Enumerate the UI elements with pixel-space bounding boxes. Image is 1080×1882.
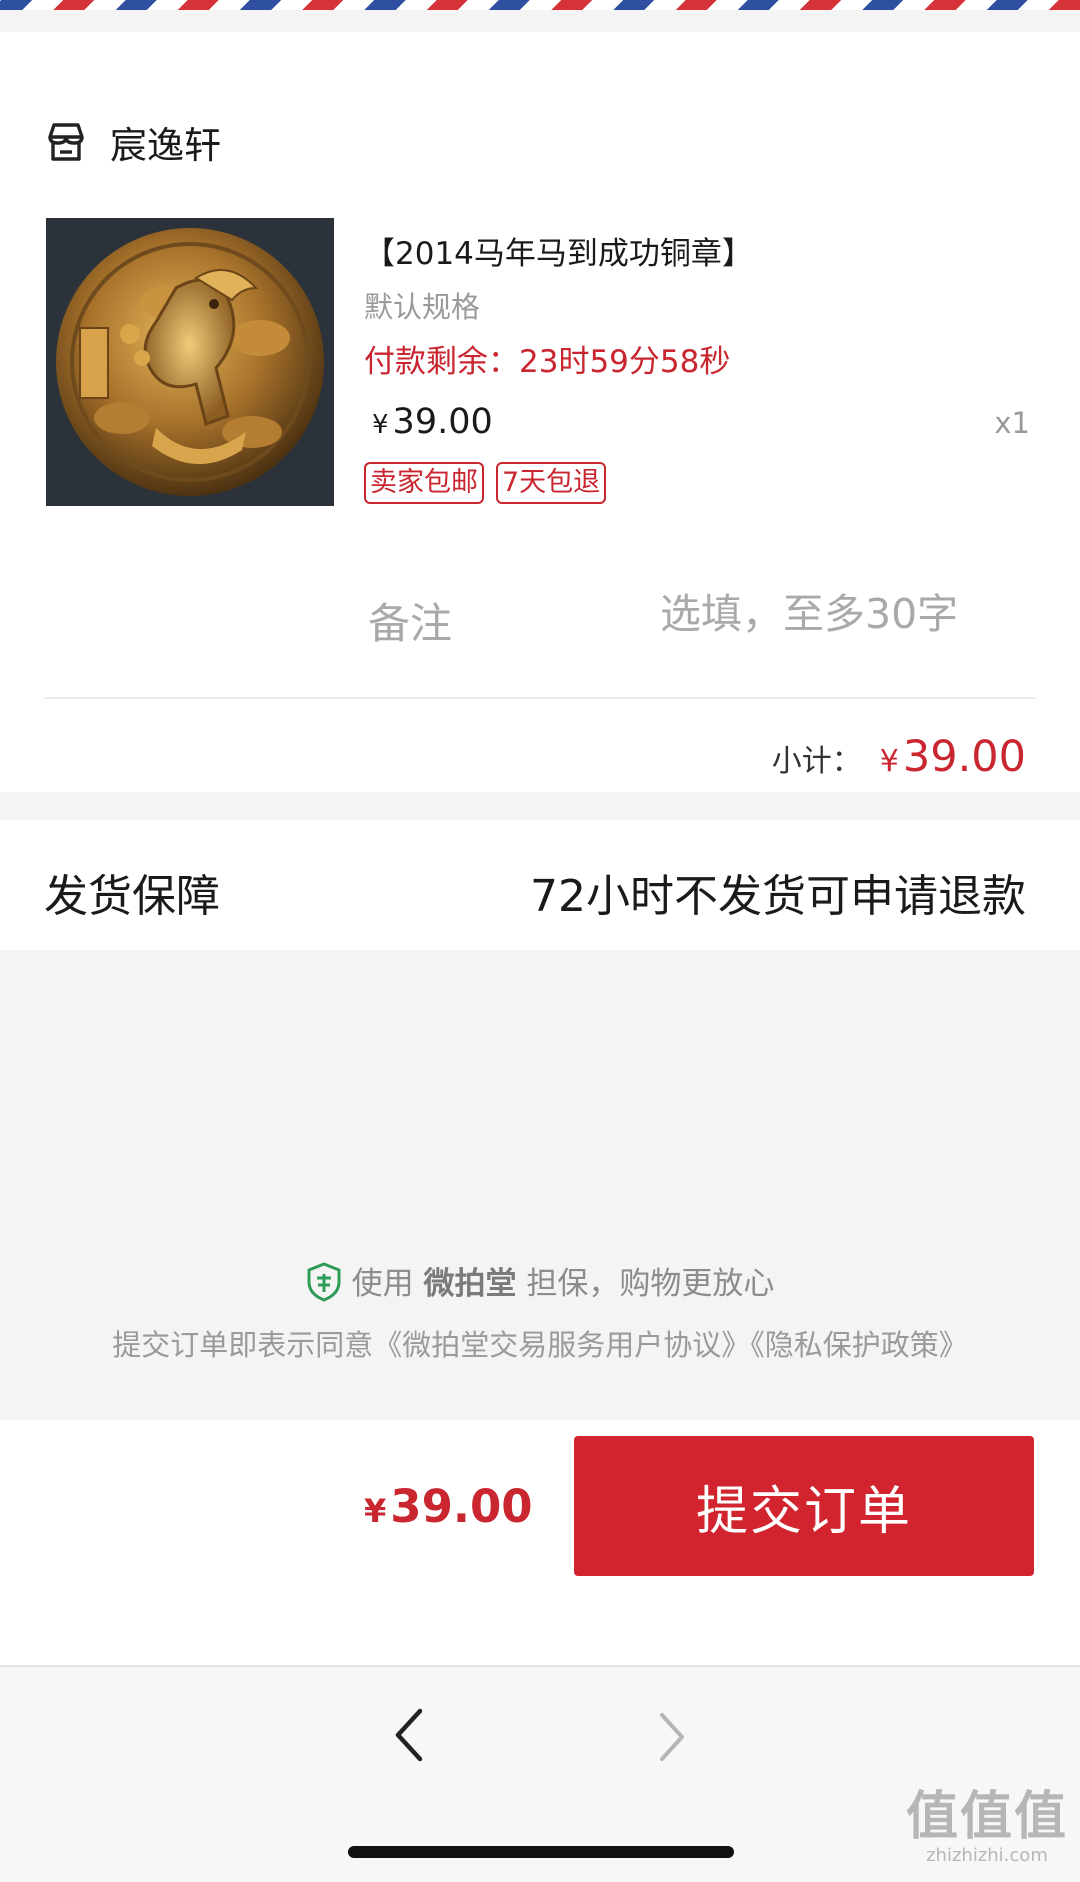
agreement-text[interactable]: 提交订单即表示同意《微拍堂交易服务用户协议》《隐私保护政策》 [0,1322,1080,1364]
chevron-right-icon[interactable] [650,1707,694,1767]
guarantee-prefix: 使用 [351,1266,424,1302]
checkout-bar: ¥39.00 提交订单 [0,1420,1080,1665]
tag-7-day-return: 7天包退 [496,462,607,504]
total-amount: 39.00 [390,1480,533,1533]
divider [44,697,1036,699]
tag-free-shipping: 卖家包邮 [364,462,484,504]
subtotal-value: ¥39.00 [880,732,1026,782]
subtotal-label: 小计： [771,744,862,779]
product-price: ¥39.00 [372,402,493,442]
shipping-guarantee-value: 72小时不发货可申请退款 [530,871,1026,922]
escrow-guarantee: 使用 微拍堂 担保，购物更放心 [0,1258,1080,1303]
home-indicator[interactable] [348,1846,734,1858]
horse-medal-image[interactable] [46,218,334,506]
submit-order-button[interactable]: 提交订单 [574,1436,1034,1576]
payment-countdown: 付款剩余：23时59分58秒 [364,344,731,380]
note-label: 备注 [368,599,453,648]
shop-name: 宸逸轩 [110,124,221,167]
product-price-value: 39.00 [392,402,493,442]
watermark-url: zhizhizhi.com [926,1845,1048,1866]
product-title[interactable]: 【2014马年马到成功铜章】 [364,228,753,273]
currency-symbol: ¥ [879,744,899,779]
chevron-left-icon[interactable] [386,1703,430,1767]
guarantee-suffix: 担保，购物更放心 [516,1266,775,1302]
watermark-logo: 值值值 [905,1787,1068,1847]
product-spec: 默认规格 [364,290,481,324]
subtotal: 小计： ¥39.00 [772,732,1026,782]
browser-nav-bar: 值值值 zhizhizhi.com [0,1665,1080,1882]
guarantee-brand: 微拍堂 [423,1266,517,1302]
shipping-guarantee-label: 发货保障 [44,871,220,922]
total-price: ¥39.00 [364,1480,533,1533]
order-card: 宸逸轩 【2014马年马到成功铜章】 默认规格 付款剩余：23时59分58秒 ¥… [0,32,1080,792]
store-icon [48,123,84,161]
shop-row[interactable]: 宸逸轩 [46,114,221,170]
shield-icon [307,1262,341,1302]
shipping-guarantee-card: 发货保障 72小时不发货可申请退款 [0,820,1080,950]
product-quantity: x1 [994,406,1030,440]
medal-illustration [46,218,334,506]
airmail-border [0,0,1080,10]
watermark: 值值值 zhizhizhi.com [906,1774,1068,1866]
currency-symbol: ¥ [364,1492,387,1530]
order-confirm-page: 宸逸轩 【2014马年马到成功铜章】 默认规格 付款剩余：23时59分58秒 ¥… [0,0,1080,1882]
product-tags: 卖家包邮 7天包退 [364,462,607,504]
note-input[interactable] [660,584,1000,644]
currency-symbol: ¥ [372,410,389,440]
subtotal-amount: 39.00 [902,732,1026,782]
